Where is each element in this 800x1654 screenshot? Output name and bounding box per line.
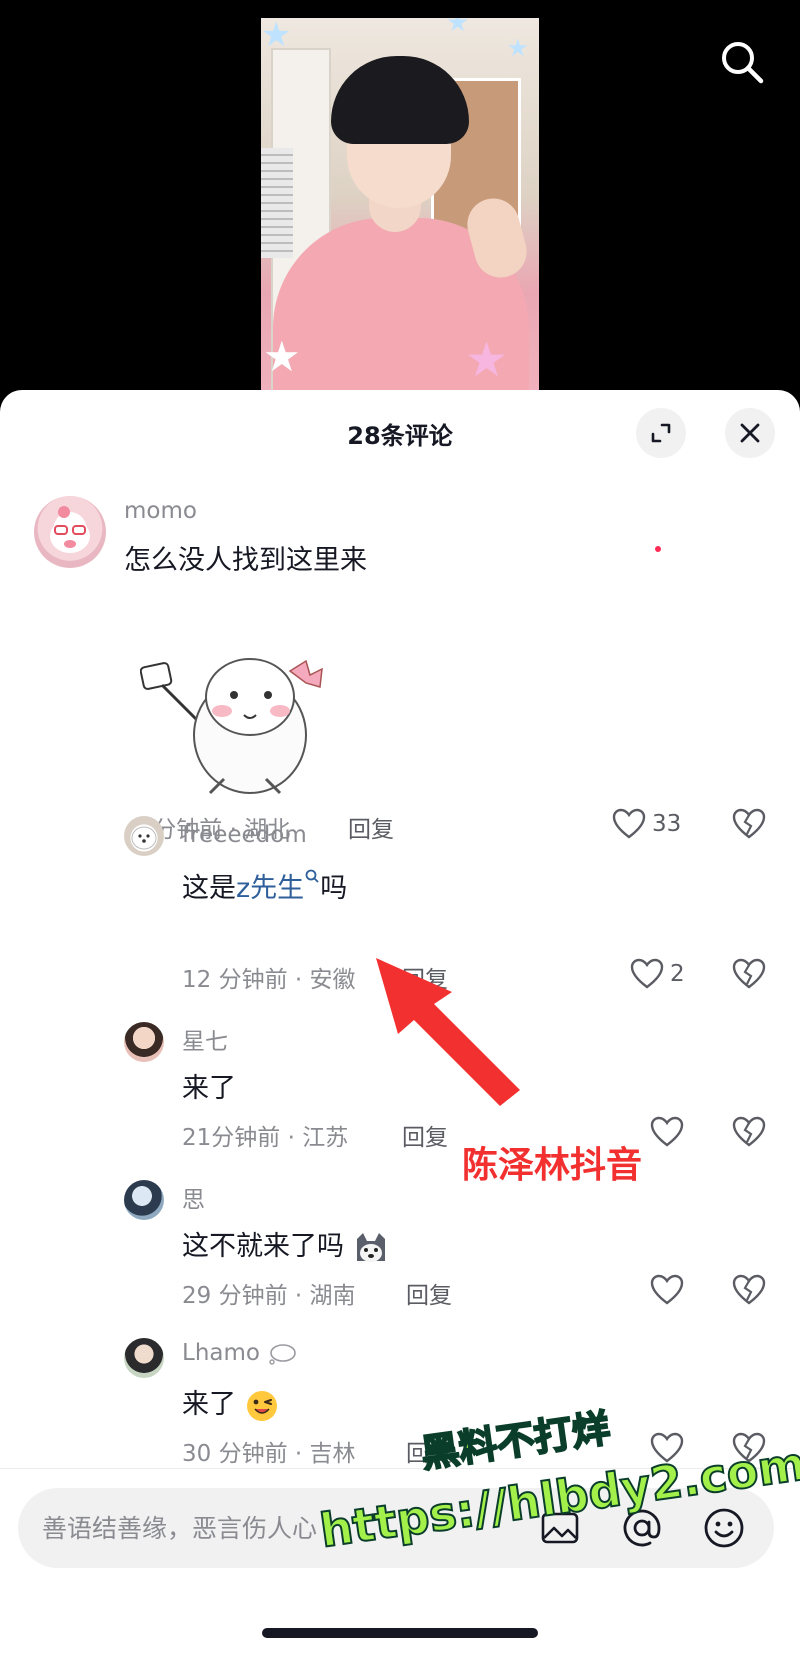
video-thumbnail[interactable]: ★ ★ ★ ★ ★ — [261, 18, 539, 410]
comment-text-suffix: 吗 — [320, 873, 348, 904]
annotation-label: 陈泽林抖音 — [462, 1145, 643, 1186]
close-icon — [740, 423, 760, 443]
broken-heart-icon[interactable] — [732, 1116, 766, 1148]
comment-time-location: 29 分钟前 · 湖南 — [182, 1283, 356, 1309]
search-icon[interactable] — [718, 38, 766, 86]
reply-button[interactable]: 回复 — [406, 1276, 452, 1310]
wink-emoji-icon — [246, 1390, 277, 1421]
heart-icon — [630, 958, 664, 989]
comment-text: 来了 — [182, 1073, 236, 1104]
star-sticker-icon: ★ — [261, 18, 292, 55]
comment-username[interactable]: Lhamo — [182, 1340, 297, 1366]
star-sticker-icon: ★ — [507, 34, 529, 62]
notification-dot — [655, 546, 661, 552]
comment-text-prefix: 这是 — [182, 873, 236, 904]
reply-button[interactable]: 回复 — [348, 810, 394, 844]
star-sticker-icon: ★ — [263, 332, 301, 381]
expand-icon — [651, 423, 671, 443]
comment-text: 这不就来了吗 — [182, 1224, 389, 1265]
comment-username[interactable]: freeeedom — [182, 822, 307, 848]
close-button[interactable] — [725, 408, 775, 458]
broken-heart-icon[interactable] — [732, 958, 766, 990]
like-count: 2 — [670, 961, 685, 987]
heart-icon — [650, 1274, 684, 1305]
search-mini-icon — [305, 869, 319, 883]
expand-button[interactable] — [636, 408, 686, 458]
comment-time-location: 30 分钟前 · 吉林 — [182, 1441, 356, 1467]
avatar[interactable] — [124, 816, 164, 856]
like-button[interactable]: 2 — [630, 958, 685, 990]
comment-text-body: 来了 — [182, 1389, 236, 1420]
avatar[interactable] — [34, 496, 106, 568]
comment-text: 来了 — [182, 1382, 279, 1423]
home-indicator[interactable] — [262, 1628, 538, 1638]
heart-icon — [650, 1116, 684, 1147]
comment-text: 怎么没人找到这里来 — [124, 545, 367, 576]
comment-username[interactable]: 星七 — [182, 1022, 228, 1056]
avatar[interactable] — [124, 1338, 164, 1378]
comment-text: 这是z先生吗 — [182, 866, 347, 905]
husky-emoji-icon — [356, 1232, 385, 1262]
broken-heart-icon[interactable] — [732, 808, 766, 840]
thought-bubble-icon — [269, 1343, 297, 1365]
like-button[interactable] — [650, 1116, 684, 1148]
like-count: 33 — [652, 811, 682, 837]
video-player[interactable]: ★ ★ ★ ★ ★ — [0, 0, 800, 410]
broken-heart-icon[interactable] — [732, 1274, 766, 1306]
comment-time-location: 21分钟前 · 江苏 — [182, 1125, 349, 1151]
selfie-sticker-image[interactable] — [140, 615, 330, 805]
comment-text-body: 这不就来了吗 — [182, 1231, 344, 1262]
emoji-icon[interactable] — [702, 1506, 746, 1550]
avatar-dog-icon — [131, 826, 157, 850]
like-button[interactable]: 33 — [612, 808, 681, 840]
like-button[interactable] — [650, 1274, 684, 1306]
comment-username[interactable]: momo — [124, 498, 197, 524]
person-hair — [331, 56, 469, 144]
reply-button[interactable]: 回复 — [402, 1118, 448, 1152]
comment-username-text: Lhamo — [182, 1340, 260, 1366]
heart-icon — [612, 808, 646, 839]
comment-username[interactable]: 思 — [182, 1180, 205, 1214]
star-sticker-icon: ★ — [446, 18, 470, 38]
mention-link[interactable]: z先生 — [236, 873, 304, 904]
avatar[interactable] — [124, 1180, 164, 1220]
background-poster — [261, 148, 293, 258]
reply-button[interactable]: 回复 — [402, 960, 448, 994]
avatar[interactable] — [124, 1022, 164, 1062]
star-sticker-icon: ★ — [465, 332, 509, 388]
avatar-cartoon-icon — [50, 506, 90, 553]
comment-time-location: 12 分钟前 · 安徽 — [182, 967, 356, 993]
